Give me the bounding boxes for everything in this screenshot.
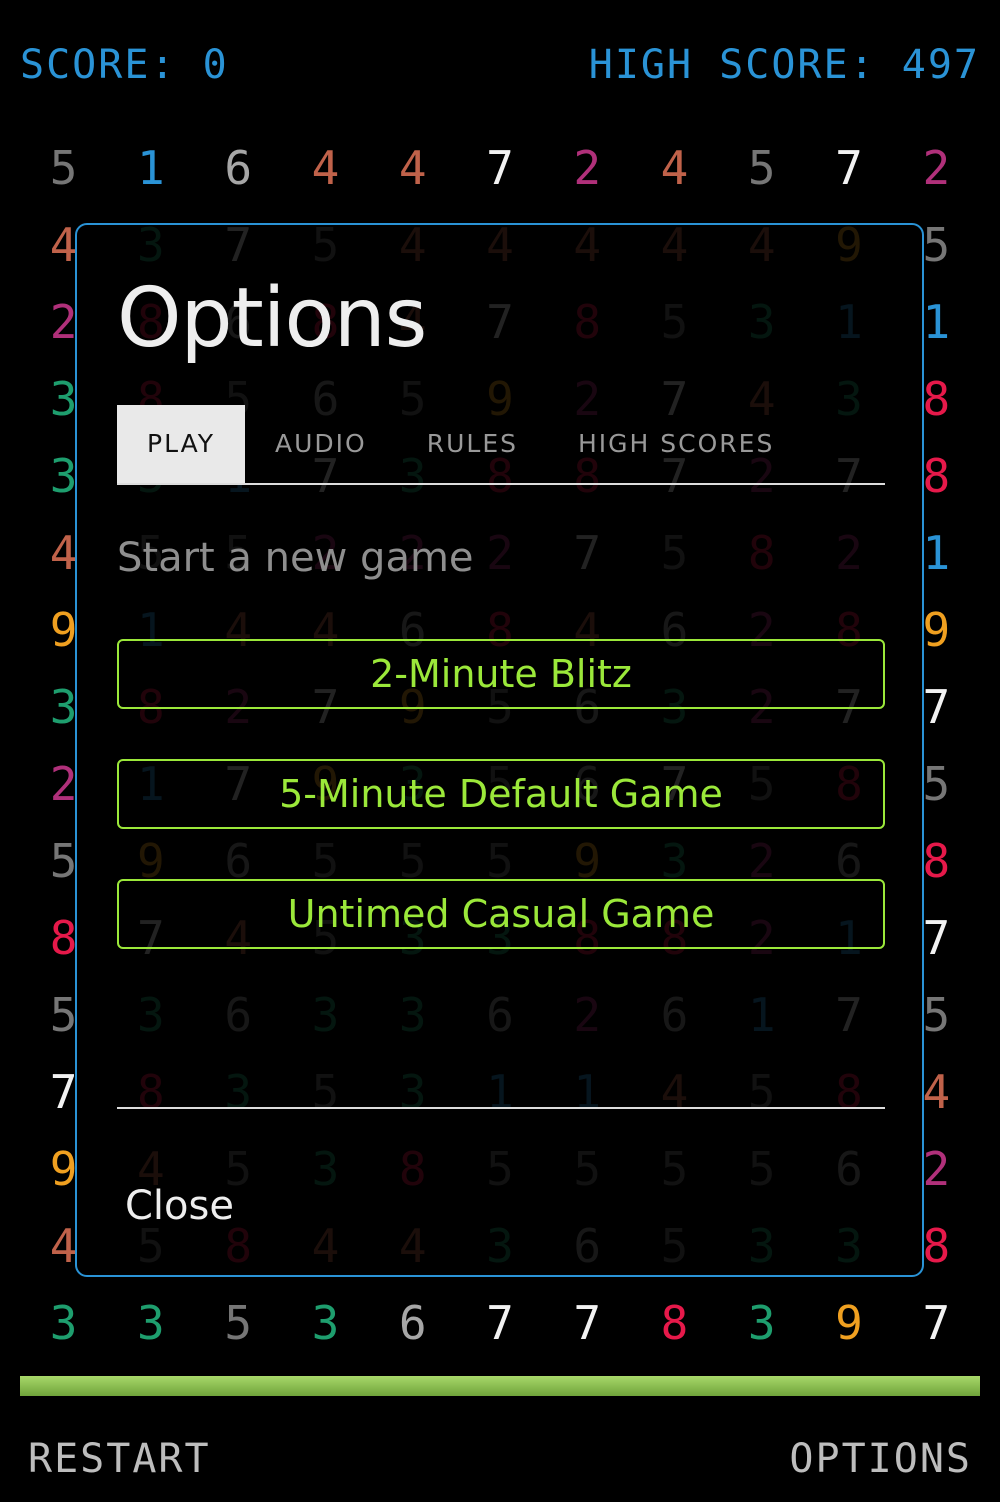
tab-audio[interactable]: AUDIO: [245, 405, 397, 483]
options-dialog: Options PLAY AUDIO RULES HIGH SCORES Sta…: [75, 223, 924, 1277]
section-heading: Start a new game: [117, 535, 474, 581]
close-button[interactable]: Close: [125, 1183, 234, 1229]
casual-game-button[interactable]: Untimed Casual Game: [117, 879, 885, 949]
tab-high-scores[interactable]: HIGH SCORES: [548, 405, 804, 483]
blitz-game-button[interactable]: 2-Minute Blitz: [117, 639, 885, 709]
tab-rules[interactable]: RULES: [397, 405, 548, 483]
modal-overlay: Options PLAY AUDIO RULES HIGH SCORES Sta…: [0, 0, 1000, 1502]
dialog-title: Options: [117, 271, 427, 366]
tab-play[interactable]: PLAY: [117, 405, 246, 483]
tab-bar: PLAY AUDIO RULES HIGH SCORES: [117, 405, 885, 485]
divider: [117, 1107, 885, 1109]
default-game-button[interactable]: 5-Minute Default Game: [117, 759, 885, 829]
